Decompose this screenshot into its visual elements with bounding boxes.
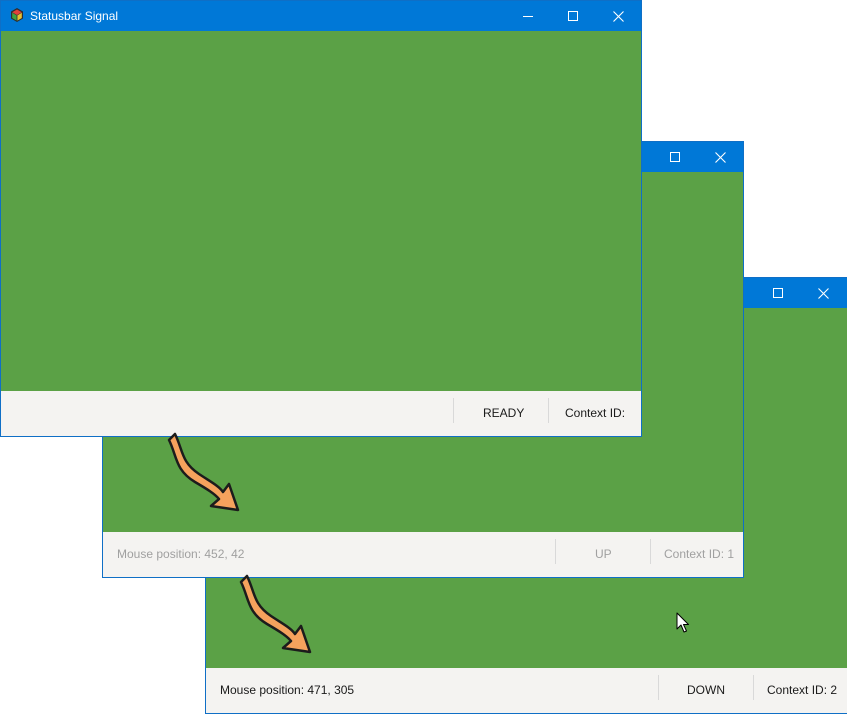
close-button[interactable]: [697, 142, 743, 172]
context-id-label: Context ID: 1: [664, 547, 735, 561]
maximize-button[interactable]: [550, 1, 596, 31]
mouse-state-label: READY: [483, 406, 525, 420]
statusbar: READY Context ID:: [1, 391, 641, 436]
mouse-position-label: Mouse position: 452, 42: [117, 547, 245, 561]
close-icon: [714, 151, 726, 163]
maximize-icon: [773, 288, 783, 298]
mouse-position-label: Mouse position: 471, 305: [220, 683, 355, 697]
app-icon: [11, 8, 23, 22]
statusbar: Mouse position: 452, 42 UP Context ID: 1: [103, 532, 743, 577]
mouse-cursor-icon: [676, 612, 689, 633]
statusbar-separator: [658, 675, 659, 700]
statusbar: Mouse position: 471, 305 DOWN Context ID…: [206, 668, 847, 713]
maximize-button[interactable]: [755, 278, 801, 308]
close-button[interactable]: [595, 1, 641, 31]
statusbar-separator: [555, 539, 556, 564]
context-id-label: Context ID:: [565, 406, 626, 420]
window-title: Statusbar Signal: [30, 9, 119, 23]
maximize-icon: [670, 152, 680, 162]
statusbar-separator: [548, 398, 549, 423]
statusbar-separator: [650, 539, 651, 564]
maximize-button[interactable]: [652, 142, 698, 172]
minimize-button[interactable]: [505, 1, 551, 31]
mouse-state-label: UP: [595, 547, 612, 561]
mouse-state-label: DOWN: [687, 683, 725, 697]
maximize-icon: [568, 11, 578, 21]
arrow-icon: [239, 574, 312, 654]
titlebar[interactable]: Statusbar Signal: [1, 1, 641, 31]
statusbar-separator: [753, 675, 754, 700]
close-icon: [612, 10, 624, 22]
close-icon: [817, 287, 829, 299]
client-area[interactable]: [1, 31, 641, 391]
window-top: Statusbar Signal READY Context ID:: [0, 0, 642, 437]
context-id-label: Context ID: 2: [767, 683, 838, 697]
statusbar-separator: [453, 398, 454, 423]
close-button[interactable]: [800, 278, 846, 308]
arrow-icon: [167, 432, 240, 512]
minimize-icon: [523, 16, 533, 17]
